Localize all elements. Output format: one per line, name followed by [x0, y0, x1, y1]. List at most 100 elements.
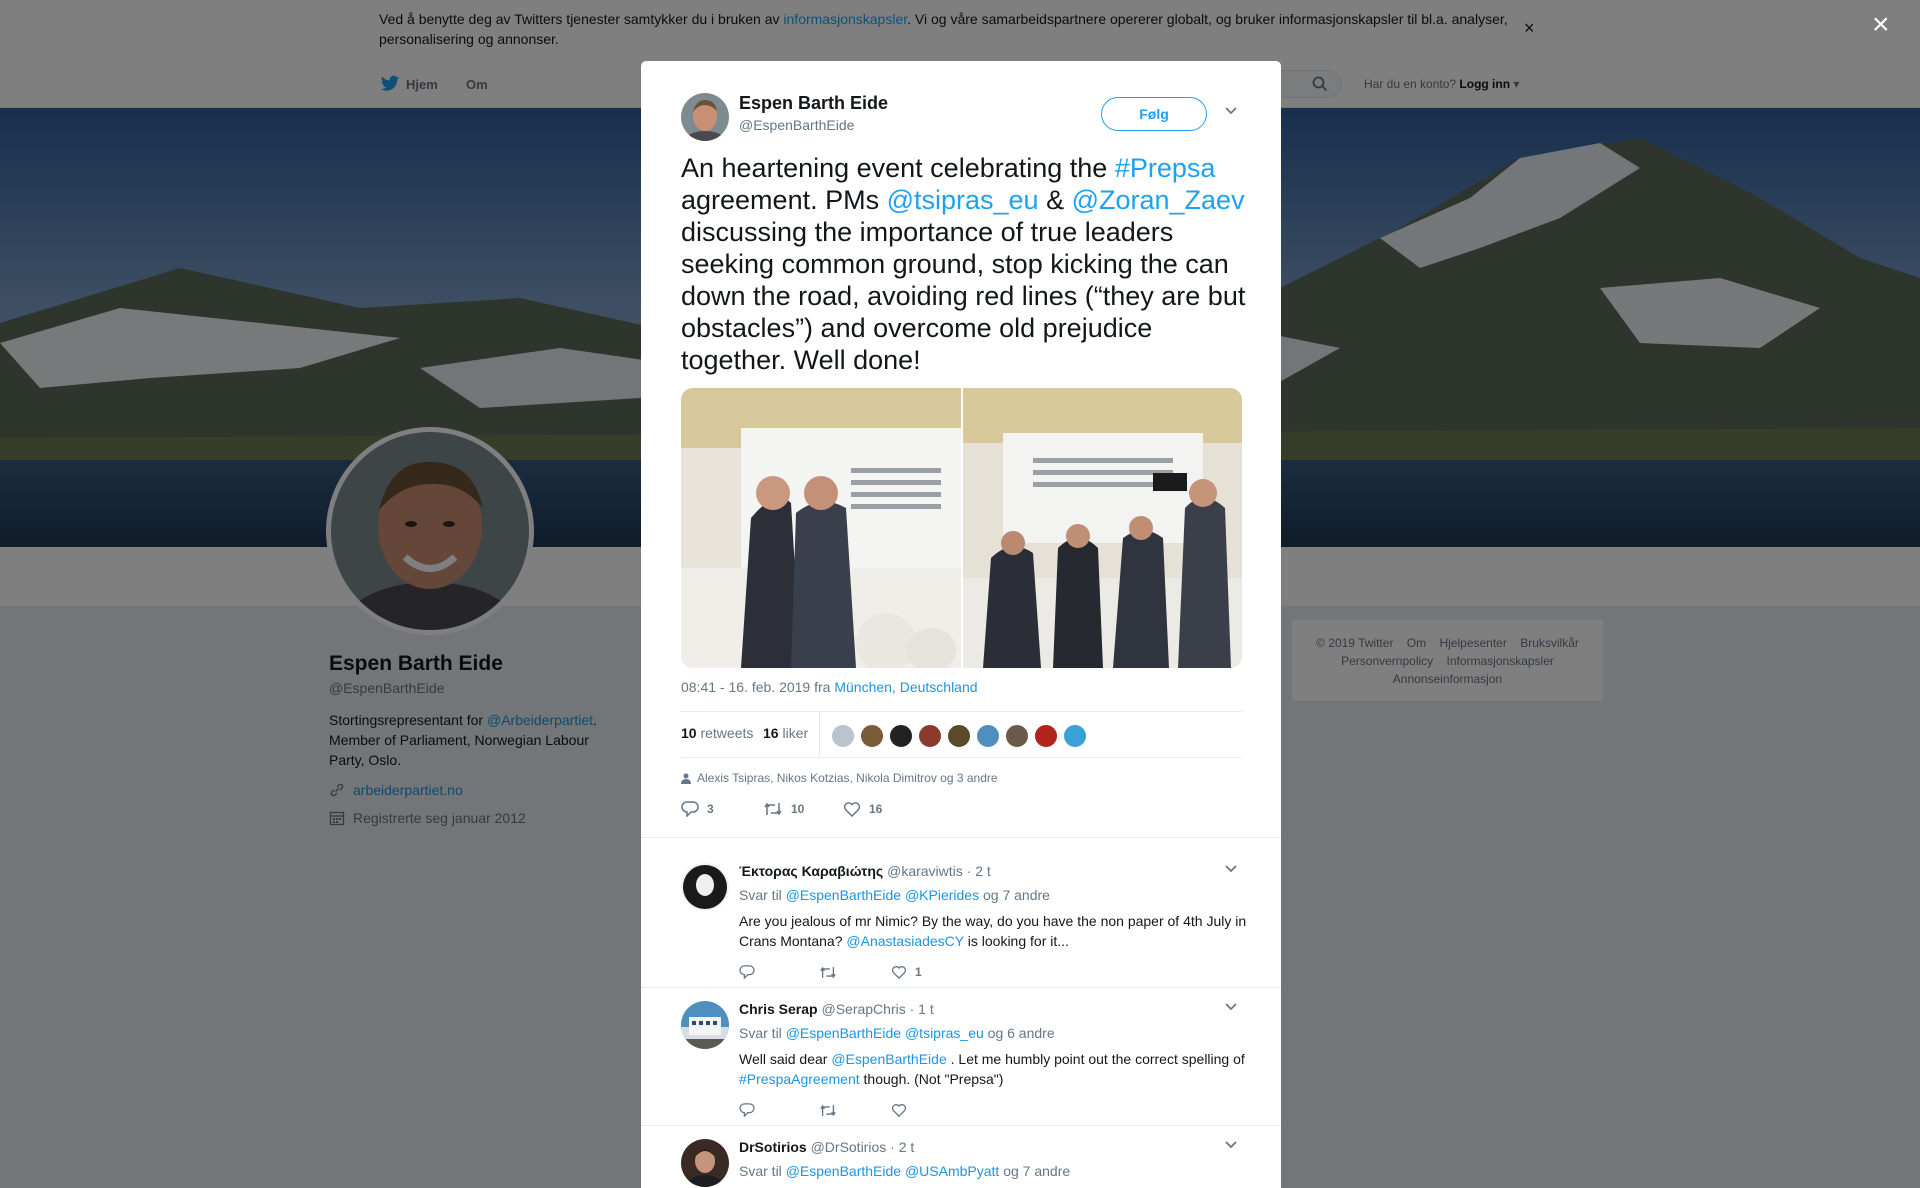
liker-avatar[interactable]	[889, 724, 913, 748]
divider	[641, 1125, 1281, 1126]
reply-author-name[interactable]: DrSotirios	[739, 1139, 807, 1155]
reply-author-handle[interactable]: @SerapChris	[821, 1001, 905, 1017]
mention-link[interactable]: @EspenBarthEide	[786, 1163, 901, 1179]
liker-avatar[interactable]	[976, 724, 1000, 748]
reply-time[interactable]: · 1 t	[910, 1001, 934, 1017]
retweet-button[interactable]	[819, 1104, 891, 1117]
divider	[819, 712, 820, 758]
reply-to-more[interactable]: og 7 andre	[983, 887, 1050, 903]
mention-link[interactable]: @EspenBarthEide	[786, 887, 901, 903]
person-icon	[681, 773, 691, 784]
reply-to-line: Svar til @EspenBarthEide @USAmbPyatt og …	[739, 1163, 1070, 1179]
reply-to-line: Svar til @EspenBarthEide @KPierides og 7…	[739, 887, 1050, 903]
reply-time[interactable]: · 2 t	[890, 1139, 914, 1155]
retweet-count: 10	[791, 802, 805, 816]
divider	[641, 837, 1281, 838]
retweet-button[interactable]: 10	[763, 802, 843, 816]
mention-link[interactable]: @tsipras_eu	[887, 185, 1039, 215]
reply-icon	[681, 801, 699, 817]
reply-to-label: Svar til	[739, 1163, 786, 1179]
tweet-text-part: An heartening event celebrating the	[681, 153, 1115, 183]
reply-header: DrSotirios @DrSotirios · 2 t	[739, 1139, 914, 1155]
likes-count: 16	[763, 725, 779, 741]
reply-avatar[interactable]	[681, 1139, 729, 1187]
chevron-down-icon[interactable]	[1225, 865, 1237, 873]
retweet-icon	[764, 802, 782, 816]
reply-icon	[739, 1103, 755, 1117]
mention-link[interactable]: @Zoran_Zaev	[1072, 185, 1245, 215]
liker-avatar[interactable]	[918, 724, 942, 748]
tweet-author-name[interactable]: Espen Barth Eide	[739, 93, 888, 114]
heart-icon	[891, 1104, 907, 1117]
likers-avatars[interactable]	[831, 724, 1087, 748]
tweet-stats: 10 retweets 16 liker	[681, 712, 1242, 758]
mention-link[interactable]: @EspenBarthEide	[831, 1051, 946, 1067]
retweet-icon	[820, 966, 836, 978]
liker-avatar[interactable]	[1034, 724, 1058, 748]
reply-author-name[interactable]: Έκτορας Καραβιώτης	[739, 863, 883, 879]
retweets-stat[interactable]: 10 retweets	[681, 725, 753, 741]
reply-to-line: Svar til @EspenBarthEide @tsipras_eu og …	[739, 1025, 1055, 1041]
tweet-text-part: discussing the importance of true leader…	[681, 217, 1246, 375]
chevron-down-icon[interactable]	[1225, 1003, 1237, 1011]
liker-avatar[interactable]	[947, 724, 971, 748]
heart-icon	[843, 802, 861, 817]
mention-link[interactable]: @AnastasiadesCY	[846, 933, 963, 949]
reply-header: Έκτορας Καραβιώτης @karaviwtis · 2 t	[739, 863, 991, 879]
retweet-button[interactable]	[819, 966, 891, 979]
reply-avatar[interactable]	[681, 863, 729, 911]
like-button[interactable]: 16	[843, 801, 882, 817]
tweet-photo-2[interactable]	[962, 388, 1242, 668]
mention-link[interactable]: @KPierides	[905, 887, 979, 903]
liker-avatar[interactable]	[1063, 724, 1087, 748]
tweet-text-part: &	[1038, 185, 1072, 215]
tweet-text: An heartening event celebrating the #Pre…	[681, 152, 1251, 376]
reply-actions	[739, 1103, 907, 1117]
retweets-label: retweets	[700, 725, 754, 741]
mention-link[interactable]: @USAmbPyatt	[905, 1163, 999, 1179]
reply-avatar[interactable]	[681, 1001, 729, 1049]
hashtag-link[interactable]: #PrespaAgreement	[739, 1071, 860, 1087]
likes-stat[interactable]: 16 liker	[763, 725, 808, 741]
reply-actions: 1	[739, 965, 922, 979]
tweet-location-link[interactable]: München, Deutschland	[834, 679, 977, 695]
reply-header: Chris Serap @SerapChris · 1 t	[739, 1001, 934, 1017]
reply-author-handle[interactable]: @karaviwtis	[887, 863, 963, 879]
reply-count: 3	[707, 802, 714, 816]
reply-time[interactable]: · 2 t	[967, 863, 991, 879]
like-count: 16	[869, 802, 883, 816]
liker-avatar[interactable]	[1005, 724, 1029, 748]
tweet-author-avatar[interactable]	[681, 93, 729, 141]
reply-button[interactable]: 3	[681, 801, 763, 817]
liked-by-summary[interactable]: Alexis Tsipras, Nikos Kotzias, Nikola Di…	[681, 771, 998, 785]
like-button[interactable]: 1	[891, 965, 922, 979]
retweet-icon	[820, 1104, 836, 1116]
tweet-media[interactable]	[681, 388, 1242, 668]
reply-author-handle[interactable]: @DrSotirios	[811, 1139, 887, 1155]
mention-link[interactable]: @tsipras_eu	[905, 1025, 984, 1041]
mention-link[interactable]: @EspenBarthEide	[786, 1025, 901, 1041]
tweet-modal: Espen Barth Eide @EspenBarthEide Følg An…	[641, 61, 1281, 1188]
reply-to-more[interactable]: og 7 andre	[1003, 1163, 1070, 1179]
reply-text-part: Well said dear	[739, 1051, 832, 1067]
liker-avatar[interactable]	[860, 724, 884, 748]
hashtag-link[interactable]: #Prepsa	[1115, 153, 1216, 183]
reply-text-part: is looking for it...	[963, 933, 1069, 949]
chevron-down-icon[interactable]	[1225, 1141, 1237, 1149]
reply-text-part: though. (Not "Prepsa")	[859, 1071, 1004, 1087]
liker-avatar[interactable]	[831, 724, 855, 748]
reply-button[interactable]	[739, 965, 819, 979]
chevron-down-icon[interactable]	[1225, 107, 1237, 115]
like-button[interactable]	[891, 1103, 907, 1117]
follow-button[interactable]: Følg	[1101, 97, 1207, 131]
reply-author-name[interactable]: Chris Serap	[739, 1001, 818, 1017]
tweet-actions: 3 10 16	[681, 801, 882, 817]
tweet-photo-1[interactable]	[681, 388, 961, 668]
reply-text: Are you jealous of mr Nimic? By the way,…	[739, 911, 1249, 951]
likes-label: liker	[782, 725, 809, 741]
close-modal-button[interactable]: ×	[1872, 10, 1890, 40]
reply-button[interactable]	[739, 1103, 819, 1117]
tweet-author-handle[interactable]: @EspenBarthEide	[739, 117, 854, 133]
reply-to-more[interactable]: og 6 andre	[988, 1025, 1055, 1041]
divider	[641, 987, 1281, 988]
